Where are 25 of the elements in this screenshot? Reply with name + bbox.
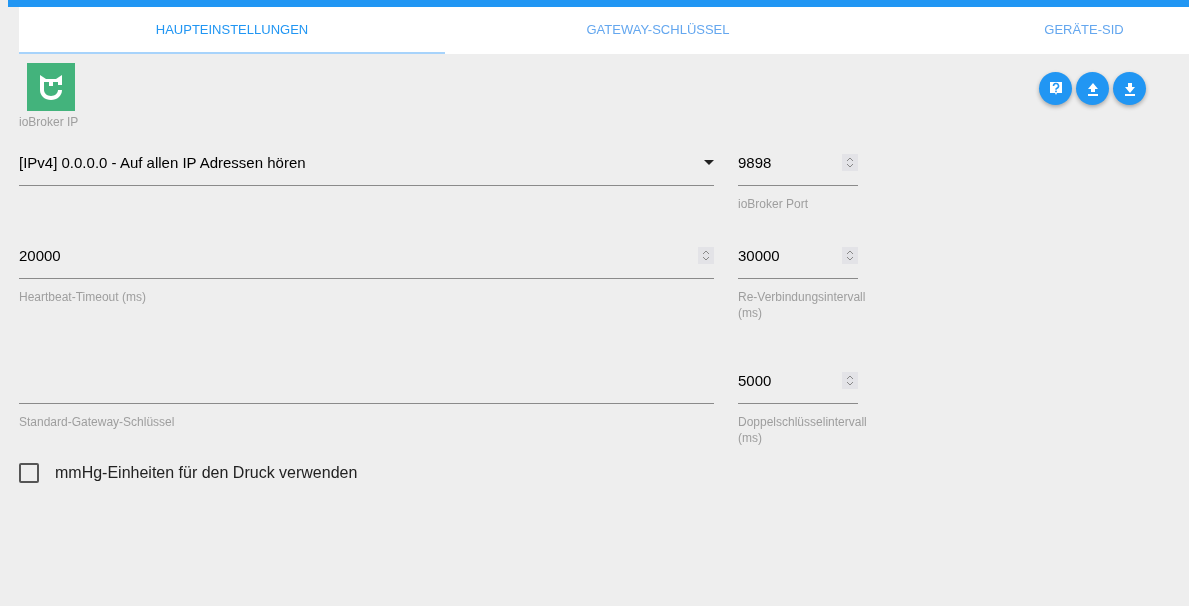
spinner-icon[interactable] — [842, 371, 858, 389]
logo-icon — [27, 63, 75, 111]
field-label: Re-Verbindungsintervall (ms) — [738, 289, 867, 321]
help-button[interactable] — [1039, 72, 1072, 105]
field-label: Doppelschlüsselintervall (ms) — [738, 414, 868, 446]
download-button[interactable] — [1113, 72, 1146, 105]
help-icon — [1048, 80, 1063, 97]
field-label: Heartbeat-Timeout (ms) — [19, 289, 147, 305]
input-field[interactable]: 9898 — [738, 139, 858, 186]
dropdown-arrow-icon[interactable] — [704, 159, 714, 165]
dropdown-field[interactable]: [IPv4] 0.0.0.0 - Auf allen IP Adressen hören — [19, 139, 714, 186]
download-icon — [1123, 81, 1136, 96]
spinner-icon[interactable] — [842, 153, 858, 171]
upload-icon — [1086, 81, 1099, 96]
checkbox[interactable] — [19, 463, 39, 483]
input-field[interactable]: 20000 — [19, 232, 714, 279]
field-label: Standard-Gateway-Schlüssel — [19, 414, 176, 430]
upload-button[interactable] — [1076, 72, 1109, 105]
spinner-icon[interactable] — [698, 246, 714, 264]
checkbox-label: mmHg-Einheiten für den Druck verwenden — [55, 464, 358, 482]
input-field[interactable]: 30000 — [738, 232, 858, 279]
field-label: ioBroker Port — [738, 196, 810, 212]
input-field[interactable]: 5000 — [738, 357, 858, 404]
field-label: ioBroker IP — [19, 115, 79, 129]
spinner-icon[interactable] — [842, 246, 858, 264]
